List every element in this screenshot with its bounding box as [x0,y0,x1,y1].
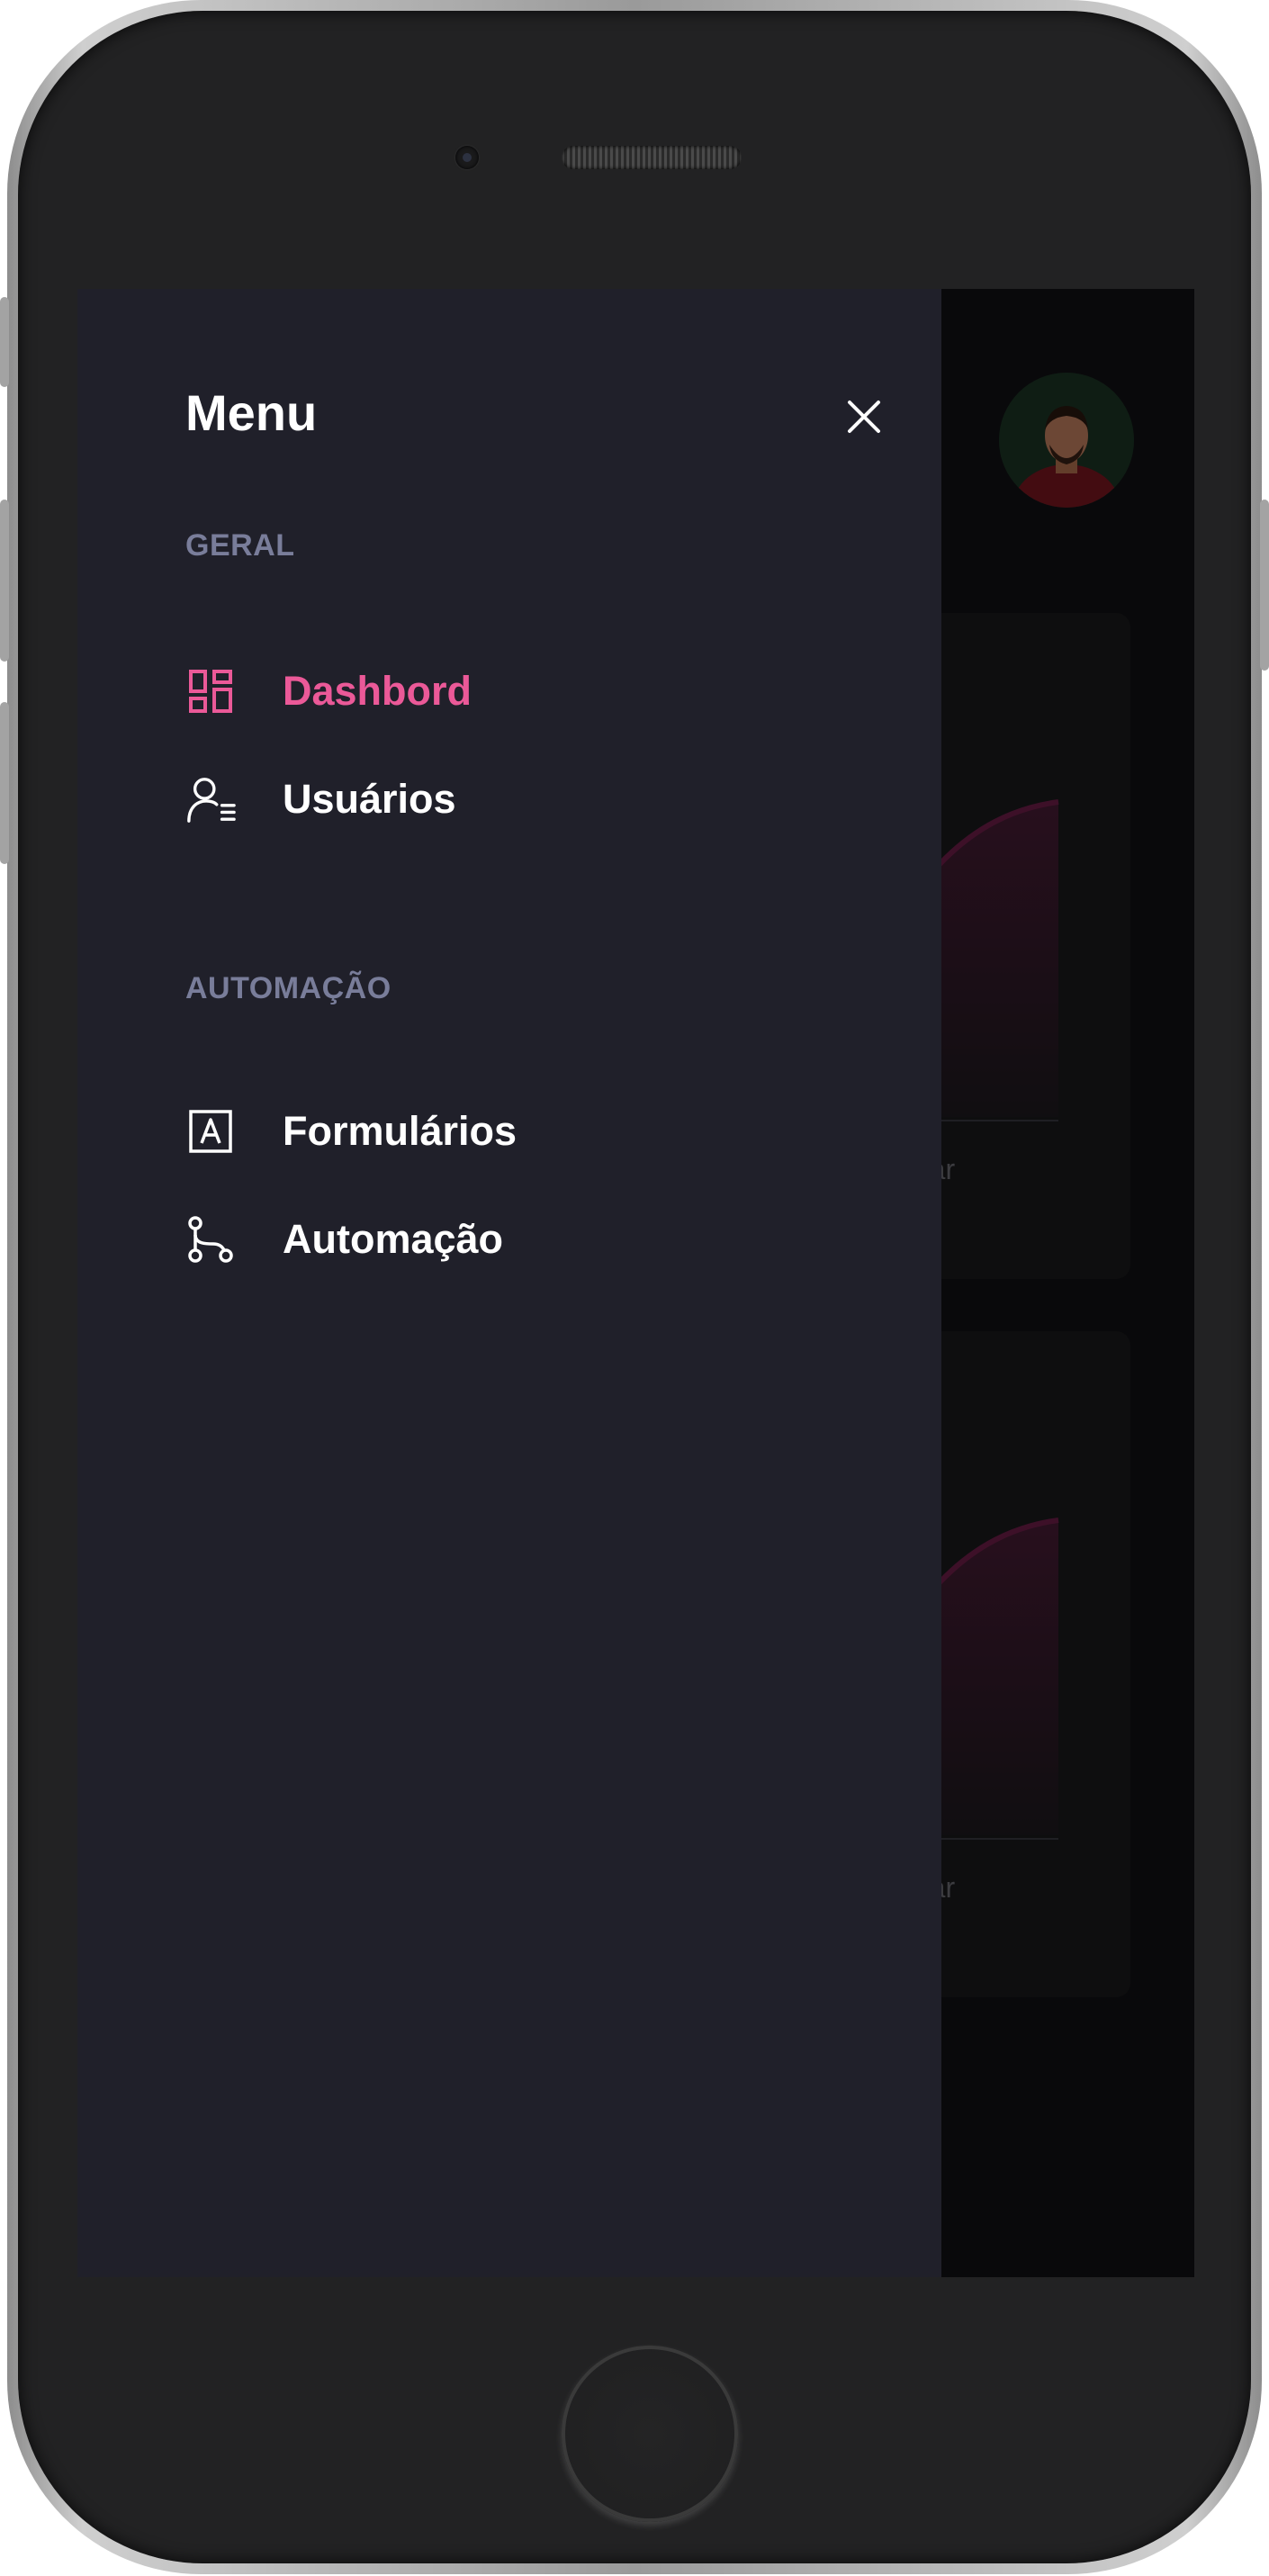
section-title-automacao: AUTOMAÇÃO [185,971,392,1005]
users-icon [185,774,236,824]
navigation-drawer: Menu GERAL Dashbord Usuários AUTOMAÇÃO F… [77,289,941,2277]
close-icon [848,401,880,433]
dashboard-icon [185,666,236,716]
nav-item-label: Usuários [283,776,456,822]
drawer-title: Menu [185,384,318,441]
form-icon [185,1106,236,1157]
home-button[interactable] [562,2346,738,2522]
nav-item-label: Automação [283,1216,504,1262]
nav-item-label: Dashbord [283,668,472,714]
volume-down-button [0,702,9,864]
nav-item-automacao[interactable]: Automação [185,1208,503,1271]
close-button[interactable] [842,395,886,438]
screen: Mar Mar Menu [77,289,1194,2277]
section-title-geral: GERAL [185,528,295,563]
power-button [1260,500,1269,671]
front-camera [455,146,479,169]
automation-icon [185,1214,236,1265]
nav-item-label: Formulários [283,1108,518,1154]
earpiece-speaker [562,146,742,169]
nav-item-usuarios[interactable]: Usuários [185,768,456,831]
nav-item-formularios[interactable]: Formulários [185,1100,517,1163]
phone-frame: Mar Mar Menu [0,0,1269,2574]
nav-item-dashboard[interactable]: Dashbord [185,660,472,723]
mute-switch [0,297,9,387]
volume-up-button [0,500,9,662]
